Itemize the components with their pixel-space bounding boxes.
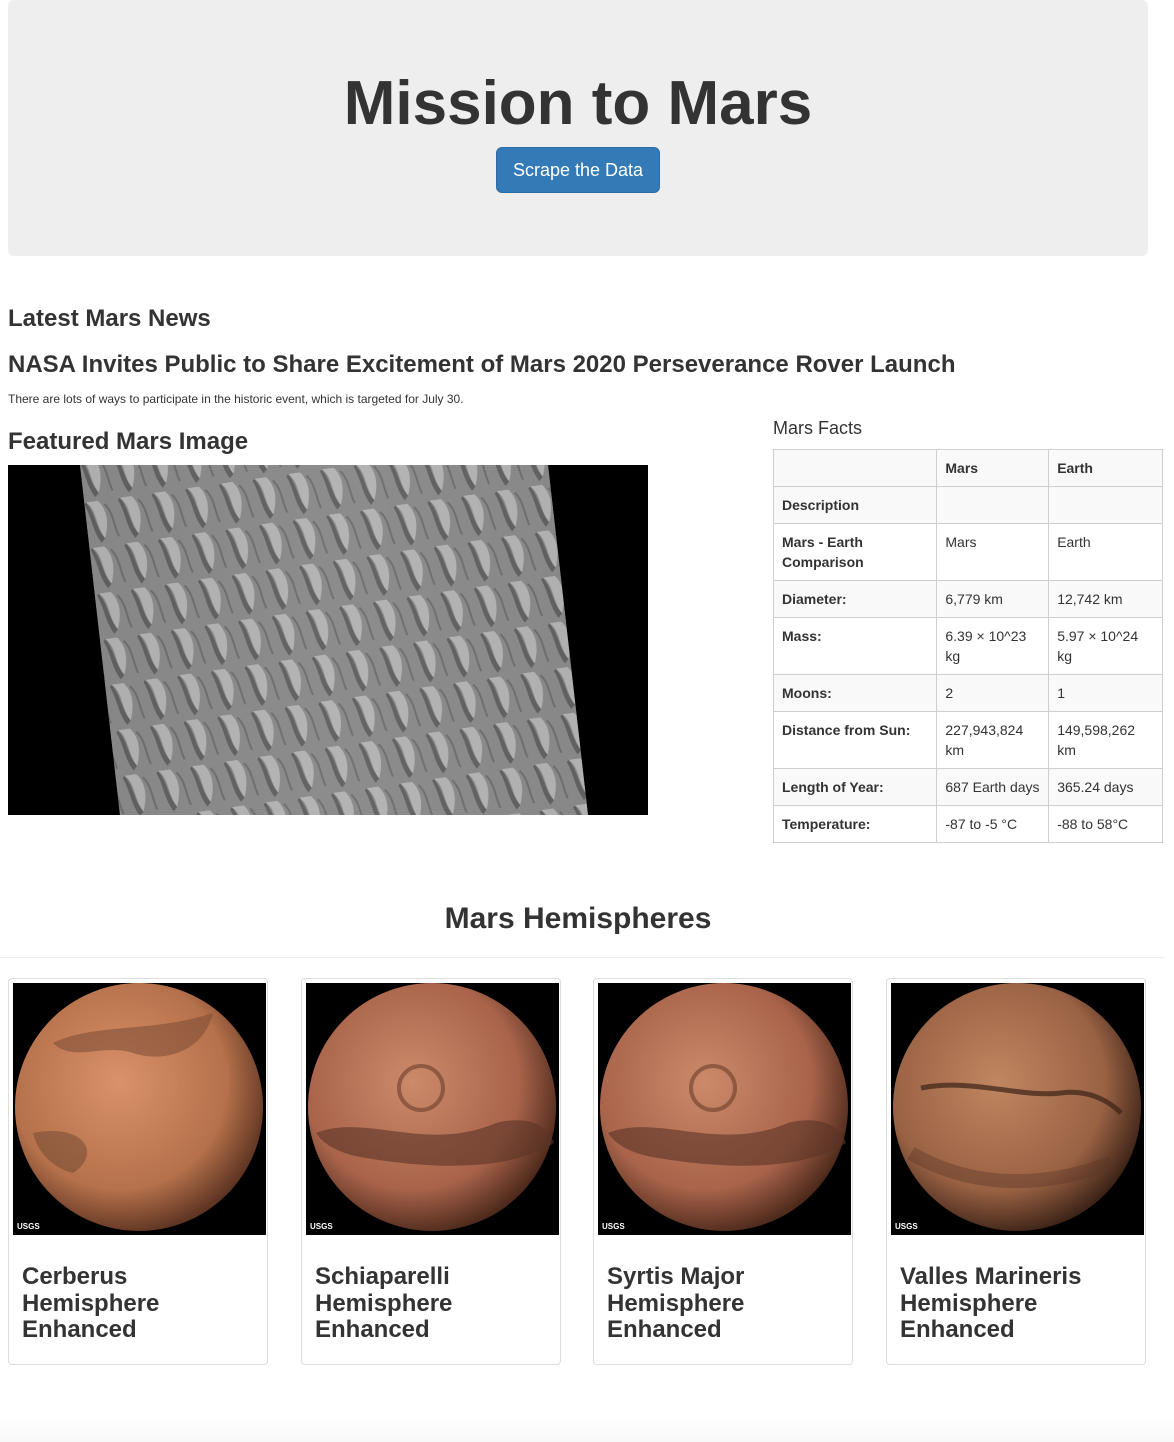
mars-value <box>936 486 1050 524</box>
row-label: Temperature: <box>772 805 938 843</box>
hemisphere-card-cerberus[interactable]: USGS Cerberus Hemisphere Enhanced <box>8 978 268 1365</box>
featured-image-heading: Featured Mars Image <box>8 428 249 455</box>
table-row: Temperature: -87 to -5 °C -88 to 58°C <box>772 805 1163 843</box>
column-header-earth: Earth <box>1048 449 1163 487</box>
usgs-watermark: USGS <box>602 1222 625 1231</box>
mars-value: 6.39 × 10^23 kg <box>936 617 1050 675</box>
row-label: Distance from Sun: <box>772 711 938 769</box>
hemisphere-image[interactable]: USGS <box>13 983 266 1235</box>
earth-value: Earth <box>1048 523 1163 581</box>
earth-value <box>1048 486 1163 524</box>
hemisphere-image[interactable]: USGS <box>306 983 559 1235</box>
table-row: Mars - Earth Comparison Mars Earth <box>772 523 1163 581</box>
usgs-watermark: USGS <box>17 1222 40 1231</box>
hemisphere-card-syrtis-major[interactable]: USGS Syrtis Major Hemisphere Enhanced <box>593 978 853 1365</box>
table-row: Length of Year: 687 Earth days 365.24 da… <box>772 768 1163 806</box>
usgs-watermark: USGS <box>310 1222 333 1231</box>
table-row: Distance from Sun: 227,943,824 km 149,59… <box>772 711 1163 769</box>
table-row: Moons: 2 1 <box>772 674 1163 712</box>
table-header-row: Mars Earth <box>772 449 1163 487</box>
mars-value: -87 to -5 °C <box>936 805 1050 843</box>
row-label: Description <box>772 486 938 524</box>
hemisphere-image[interactable]: USGS <box>598 983 851 1235</box>
facts-heading: Mars Facts <box>773 418 863 438</box>
column-header <box>772 449 938 487</box>
news-teaser: There are lots of ways to participate in… <box>8 392 464 406</box>
row-label: Length of Year: <box>772 768 938 806</box>
hemispheres-heading: Mars Hemispheres <box>444 902 712 935</box>
earth-value: 149,598,262 km <box>1048 711 1163 769</box>
hemisphere-title: Schiaparelli Hemisphere Enhanced <box>315 1263 453 1343</box>
earth-value: 1 <box>1048 674 1163 712</box>
hemisphere-title: Valles Marineris Hemisphere Enhanced <box>900 1263 1082 1343</box>
page-title: Mission to Mars <box>343 69 813 138</box>
mars-value: 6,779 km <box>936 580 1050 618</box>
planet-globe-icon <box>15 983 263 1231</box>
hemisphere-title: Syrtis Major Hemisphere Enhanced <box>607 1263 745 1343</box>
mars-value: 2 <box>936 674 1050 712</box>
row-label: Moons: <box>772 674 938 712</box>
table-row: Diameter: 6,779 km 12,742 km <box>772 580 1163 618</box>
table-row: Description <box>772 486 1163 524</box>
hemisphere-card-valles-marineris[interactable]: USGS Valles Marineris Hemisphere Enhance… <box>886 978 1146 1365</box>
hemisphere-card-schiaparelli[interactable]: USGS Schiaparelli Hemisphere Enhanced <box>301 978 561 1365</box>
row-label: Mass: <box>772 617 938 675</box>
row-label: Mars - Earth Comparison <box>772 523 938 581</box>
footer <box>0 1418 1174 1442</box>
divider <box>0 957 1164 958</box>
hemisphere-image[interactable]: USGS <box>891 983 1144 1235</box>
dune-field-image <box>80 465 588 815</box>
jumbotron: Mission to Mars Scrape the Data <box>8 0 1148 256</box>
news-heading: Latest Mars News <box>8 305 211 332</box>
mars-value: 687 Earth days <box>936 768 1050 806</box>
planet-globe-icon <box>600 983 848 1231</box>
planet-globe-icon <box>308 983 556 1231</box>
column-header-mars: Mars <box>936 449 1050 487</box>
earth-value: -88 to 58°C <box>1048 805 1163 843</box>
table-row: Mass: 6.39 × 10^23 kg 5.97 × 10^24 kg <box>772 617 1163 675</box>
mars-value: 227,943,824 km <box>936 711 1050 769</box>
earth-value: 5.97 × 10^24 kg <box>1048 617 1163 675</box>
mars-value: Mars <box>936 523 1050 581</box>
row-label: Diameter: <box>772 580 938 618</box>
earth-value: 12,742 km <box>1048 580 1163 618</box>
featured-mars-image[interactable] <box>8 465 648 815</box>
usgs-watermark: USGS <box>895 1222 918 1231</box>
hemisphere-title: Cerberus Hemisphere Enhanced <box>22 1263 160 1343</box>
news-title: NASA Invites Public to Share Excitement … <box>8 351 956 378</box>
earth-value: 365.24 days <box>1048 768 1163 806</box>
scrape-button[interactable]: Scrape the Data <box>496 147 660 193</box>
planet-globe-icon <box>893 983 1141 1231</box>
mars-facts-table: Mars Earth Description Mars - Earth Comp… <box>772 449 1163 843</box>
